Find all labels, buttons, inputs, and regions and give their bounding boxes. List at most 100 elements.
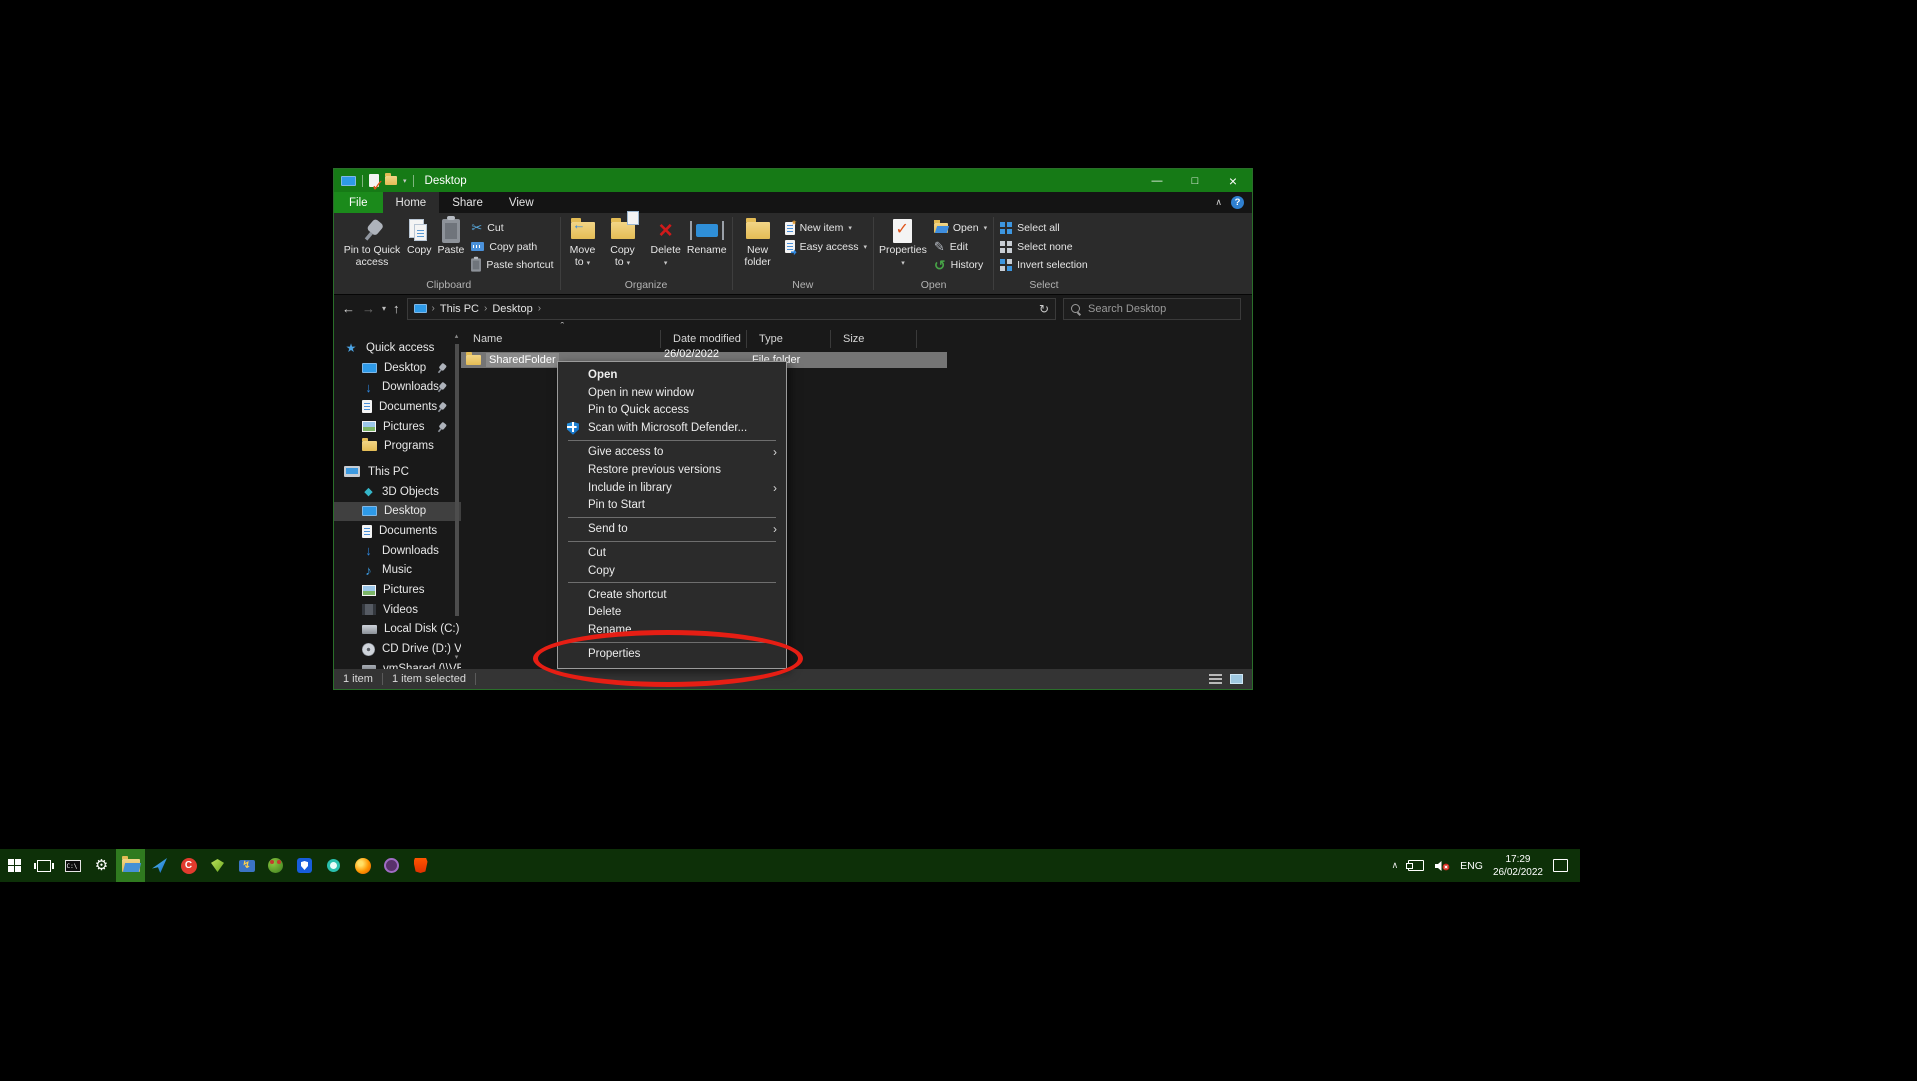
sidebar-item-this-pc[interactable]: This PC — [334, 462, 461, 482]
cut-button[interactable]: ✂ Cut — [467, 219, 557, 238]
rename-button[interactable]: Rename — [684, 216, 730, 258]
tab-share[interactable]: Share — [439, 192, 496, 213]
refresh-icon[interactable]: ↻ — [1039, 302, 1049, 316]
sidebar-item-vmshared[interactable]: vmShared (\\VB: — [334, 659, 461, 669]
select-none-button[interactable]: Select none — [996, 238, 1092, 257]
taskbar-icon-green-gem[interactable] — [203, 849, 232, 882]
scroll-up-icon[interactable]: ▴ — [452, 332, 461, 340]
taskbar-icon-ccleaner[interactable] — [174, 849, 203, 882]
taskbar-icon-tor-browser[interactable] — [377, 849, 406, 882]
select-all-button[interactable]: Select all — [996, 219, 1092, 238]
sidebar-item-documents[interactable]: Documents — [334, 521, 461, 541]
menu-item-send-to[interactable]: Send to › — [558, 520, 786, 538]
delete-button[interactable]: × Delete▾ — [648, 216, 684, 270]
breadcrumb-desktop[interactable]: Desktop — [492, 303, 532, 315]
sidebar-scrollbar[interactable]: ▴ ▾ — [452, 332, 461, 661]
sidebar-item-downloads[interactable]: ↓ Downloads — [334, 541, 461, 561]
clock[interactable]: 17:29 26/02/2022 — [1493, 853, 1543, 879]
menu-item-copy[interactable]: Copy — [558, 562, 786, 580]
taskbar-icon-blue-swoosh[interactable] — [145, 849, 174, 882]
taskbar-icon-brave[interactable] — [406, 849, 435, 882]
taskbar-icon-terminal[interactable] — [58, 849, 87, 882]
copy-button[interactable]: Copy — [404, 216, 435, 258]
collapse-ribbon-icon[interactable]: ∧ — [1215, 197, 1222, 208]
paste-shortcut-button[interactable]: Paste shortcut — [467, 256, 557, 275]
search-box[interactable] — [1063, 298, 1241, 320]
sidebar-item-downloads-qa[interactable]: ↓ Downloads — [334, 377, 461, 397]
language-indicator[interactable]: ENG — [1460, 860, 1483, 872]
new-folder-button[interactable]: New folder — [735, 216, 781, 270]
close-button[interactable]: × — [1214, 169, 1252, 192]
tab-home[interactable]: Home — [383, 192, 440, 213]
address-field[interactable]: › This PC › Desktop › ↻ — [407, 298, 1056, 320]
menu-item-open[interactable]: Open — [558, 366, 786, 384]
new-item-button[interactable]: New item ▾ — [781, 219, 871, 238]
sidebar-item-3d-objects[interactable]: ◆ 3D Objects — [334, 482, 461, 502]
taskbar-icon-greenshot[interactable] — [261, 849, 290, 882]
open-button[interactable]: Open ▾ — [930, 219, 991, 238]
edit-button[interactable]: ✎ Edit — [930, 238, 991, 257]
action-center-icon[interactable] — [1553, 859, 1568, 872]
recent-locations-icon[interactable]: ▾ — [382, 304, 386, 313]
taskbar-icon-task-view[interactable] — [29, 849, 58, 882]
sidebar-item-pictures-qa[interactable]: Pictures — [334, 417, 461, 437]
taskbar-icon-keepass[interactable] — [319, 849, 348, 882]
sidebar-item-documents-qa[interactable]: Documents — [334, 397, 461, 417]
taskbar-icon-bitwarden[interactable] — [290, 849, 319, 882]
start-button[interactable] — [0, 849, 29, 882]
sidebar-item-cd-drive-d[interactable]: CD Drive (D:) Vir — [334, 639, 461, 659]
sidebar-item-desktop-qa[interactable]: Desktop — [334, 358, 461, 378]
forward-icon[interactable]: → — [362, 301, 375, 316]
sidebar-item-pictures[interactable]: Pictures — [334, 580, 461, 600]
scroll-down-icon[interactable]: ▾ — [452, 653, 461, 661]
tab-view[interactable]: View — [496, 192, 547, 213]
menu-item-cut[interactable]: Cut — [558, 544, 786, 562]
qat-properties-icon[interactable] — [369, 174, 379, 187]
scrollbar-thumb[interactable] — [455, 344, 459, 616]
maximize-button[interactable]: □ — [1176, 169, 1214, 192]
breadcrumb-this-pc[interactable]: This PC — [440, 303, 479, 315]
sidebar-item-videos[interactable]: Videos — [334, 600, 461, 620]
back-icon[interactable]: ← — [342, 301, 355, 316]
menu-item-create-shortcut[interactable]: Create shortcut — [558, 586, 786, 604]
properties-button[interactable]: Properties▾ — [876, 216, 930, 270]
taskbar-icon-settings[interactable]: ⚙ — [87, 849, 116, 882]
sidebar-item-quick-access[interactable]: ★ Quick access — [334, 338, 461, 358]
column-header-size[interactable]: Size — [831, 330, 917, 348]
qat-new-folder-icon[interactable] — [385, 176, 397, 185]
move-to-button[interactable]: ← Move to ▾ — [563, 216, 603, 270]
menu-item-open-in-new-window[interactable]: Open in new window — [558, 384, 786, 402]
menu-item-pin-to-start[interactable]: Pin to Start — [558, 497, 786, 515]
large-icons-view-icon[interactable] — [1230, 674, 1243, 684]
invert-selection-button[interactable]: Invert selection — [996, 256, 1092, 275]
help-icon[interactable]: ? — [1231, 196, 1244, 209]
menu-item-include-in-library[interactable]: Include in library › — [558, 479, 786, 497]
pin-to-quick-access-button[interactable]: Pin to Quick access — [340, 216, 404, 270]
column-header-date-modified[interactable]: Date modified — [661, 330, 747, 348]
minimize-button[interactable]: — — [1138, 169, 1176, 192]
menu-item-give-access-to[interactable]: Give access to › — [558, 443, 786, 461]
qat-customize-icon[interactable]: ▾ — [403, 177, 407, 185]
sidebar-item-music[interactable]: ♪ Music — [334, 561, 461, 581]
menu-item-pin-to-quick-access[interactable]: Pin to Quick access — [558, 402, 786, 420]
hidden-icons-chevron[interactable]: ∧ — [1392, 860, 1399, 871]
copy-to-button[interactable]: Copy to ▾ — [603, 216, 643, 270]
sidebar-item-desktop[interactable]: Desktop — [334, 502, 461, 522]
menu-item-delete[interactable]: Delete — [558, 604, 786, 622]
search-input[interactable] — [1086, 302, 1233, 316]
taskbar-icon-file-explorer[interactable] — [116, 849, 145, 882]
taskbar-icon-winscp[interactable]: ↯ — [232, 849, 261, 882]
menu-item-restore-previous-versions[interactable]: Restore previous versions — [558, 461, 786, 479]
history-button[interactable]: ↺ History — [930, 256, 991, 275]
up-icon[interactable]: ↑ — [393, 301, 400, 316]
column-header-name[interactable]: Name ˆ — [461, 330, 661, 348]
taskbar-icon-firefox[interactable] — [348, 849, 377, 882]
column-header-type[interactable]: Type — [747, 330, 831, 348]
copy-path-button[interactable]: Copy path — [467, 238, 557, 257]
menu-item-scan-with-defender[interactable]: Scan with Microsoft Defender... — [558, 419, 786, 437]
muted-speaker-icon[interactable] — [1434, 860, 1450, 872]
paste-button[interactable]: Paste — [435, 216, 468, 258]
display-network-icon[interactable] — [1408, 860, 1424, 871]
sidebar-item-local-disk-c[interactable]: Local Disk (C:) — [334, 620, 461, 640]
sidebar-item-programs[interactable]: Programs — [334, 436, 461, 456]
